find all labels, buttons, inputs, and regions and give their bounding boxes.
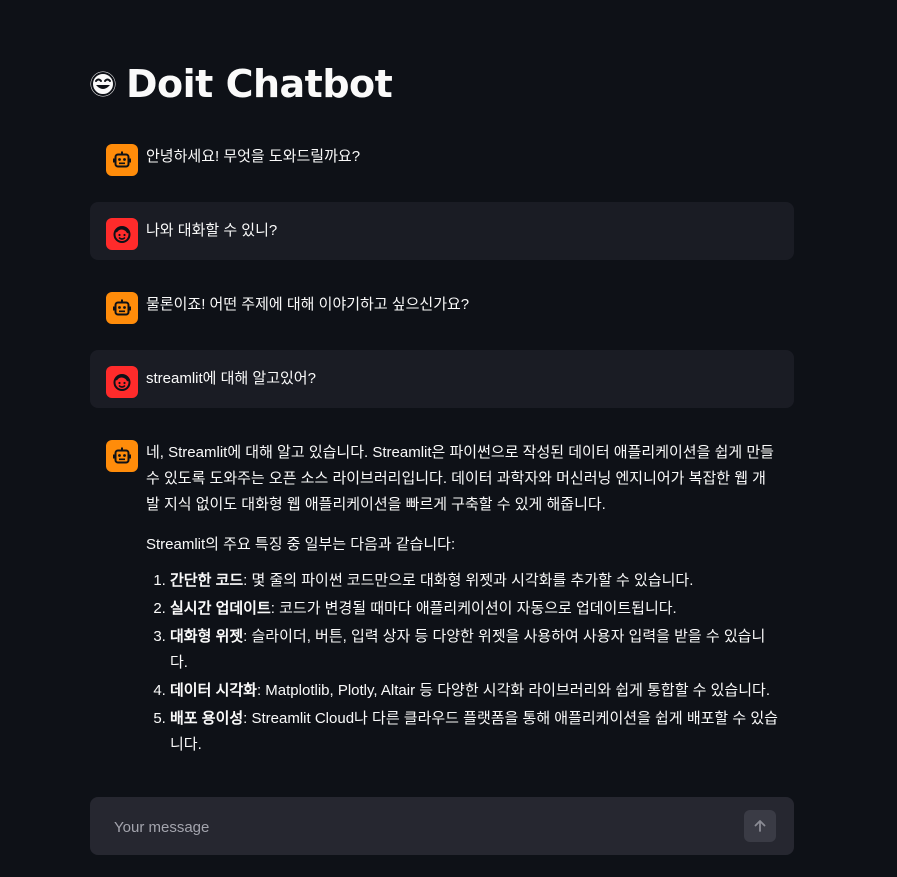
message-text: 나와 대화할 수 있니?: [146, 222, 278, 239]
list-item: 배포 용이성: Streamlit Cloud나 다른 클라우드 플랫폼을 통해…: [170, 706, 778, 758]
assistant-avatar: [106, 292, 138, 324]
chat-input-bar: [90, 797, 794, 855]
page-title-text: Doit Chatbot: [126, 62, 393, 106]
message-paragraph: Streamlit의 주요 특징 중 일부는 다음과 같습니다:: [146, 536, 456, 553]
robot-face-icon: [113, 299, 131, 316]
chat-message-input[interactable]: [100, 806, 756, 848]
robot-face-icon: [113, 151, 131, 168]
message-paragraph: 네, Streamlit에 대해 알고 있습니다. Streamlit은 파이썬…: [146, 444, 774, 513]
list-item: 대화형 위젯: 슬라이더, 버튼, 입력 상자 등 다양한 위젯을 사용하여 사…: [170, 624, 778, 676]
feature-desc: : Matplotlib, Plotly, Altair 등 다양한 시각화 라…: [256, 682, 770, 699]
send-button[interactable]: [744, 810, 776, 842]
list-item: 간단한 코드: 몇 줄의 파이썬 코드만으로 대화형 위젯과 시각화를 추가할 …: [170, 568, 778, 594]
assistant-avatar: [106, 440, 138, 472]
robot-face-icon: [113, 447, 131, 464]
list-item: 데이터 시각화: Matplotlib, Plotly, Altair 등 다양…: [170, 678, 778, 704]
assistant-avatar: [106, 144, 138, 176]
message-text: streamlit에 대해 알고있어?: [146, 370, 316, 387]
chat-page: Doit Chatbot 안녕하세요! 무엇을 도와드릴까요? 나와 대화할 수…: [0, 0, 897, 877]
person-face-icon: [113, 226, 131, 243]
feature-name: 간단한 코드: [170, 572, 244, 589]
chat-message-user: 나와 대화할 수 있니?: [90, 202, 794, 260]
list-item: 실시간 업데이트: 코드가 변경될 때마다 애플리케이션이 자동으로 업데이트됩…: [170, 596, 778, 622]
chat-message-list: 안녕하세요! 무엇을 도와드릴까요? 나와 대화할 수 있니? 물론이죠! 어떤…: [90, 128, 794, 792]
person-face-icon: [113, 374, 131, 391]
user-avatar: [106, 366, 138, 398]
message-text: 물론이죠! 어떤 주제에 대해 이야기하고 싶으신가요?: [146, 296, 470, 313]
smiling-face-icon: [89, 70, 117, 98]
chat-message-assistant: 네, Streamlit에 대해 알고 있습니다. Streamlit은 파이썬…: [90, 424, 794, 776]
feature-desc: : 몇 줄의 파이썬 코드만으로 대화형 위젯과 시각화를 추가할 수 있습니다…: [243, 572, 694, 589]
feature-name: 실시간 업데이트: [170, 600, 271, 617]
user-avatar: [106, 218, 138, 250]
message-text: 안녕하세요! 무엇을 도와드릴까요?: [146, 148, 361, 165]
feature-list: 간단한 코드: 몇 줄의 파이썬 코드만으로 대화형 위젯과 시각화를 추가할 …: [146, 568, 778, 758]
feature-name: 배포 용이성: [170, 710, 244, 727]
feature-name: 데이터 시각화: [170, 682, 257, 699]
feature-name: 대화형 위젯: [170, 628, 244, 645]
arrow-up-icon: [754, 820, 766, 832]
feature-desc: : 코드가 변경될 때마다 애플리케이션이 자동으로 업데이트됩니다.: [270, 600, 677, 617]
chat-message-assistant: 물론이죠! 어떤 주제에 대해 이야기하고 싶으신가요?: [90, 276, 794, 334]
page-title: Doit Chatbot: [88, 58, 393, 110]
chat-message-assistant: 안녕하세요! 무엇을 도와드릴까요?: [90, 128, 794, 186]
feature-desc: : Streamlit Cloud나 다른 클라우드 플랫폼을 통해 애플리케이…: [170, 710, 778, 753]
chat-message-user: streamlit에 대해 알고있어?: [90, 350, 794, 408]
feature-desc: : 슬라이더, 버튼, 입력 상자 등 다양한 위젯을 사용하여 사용자 입력을…: [170, 628, 766, 671]
